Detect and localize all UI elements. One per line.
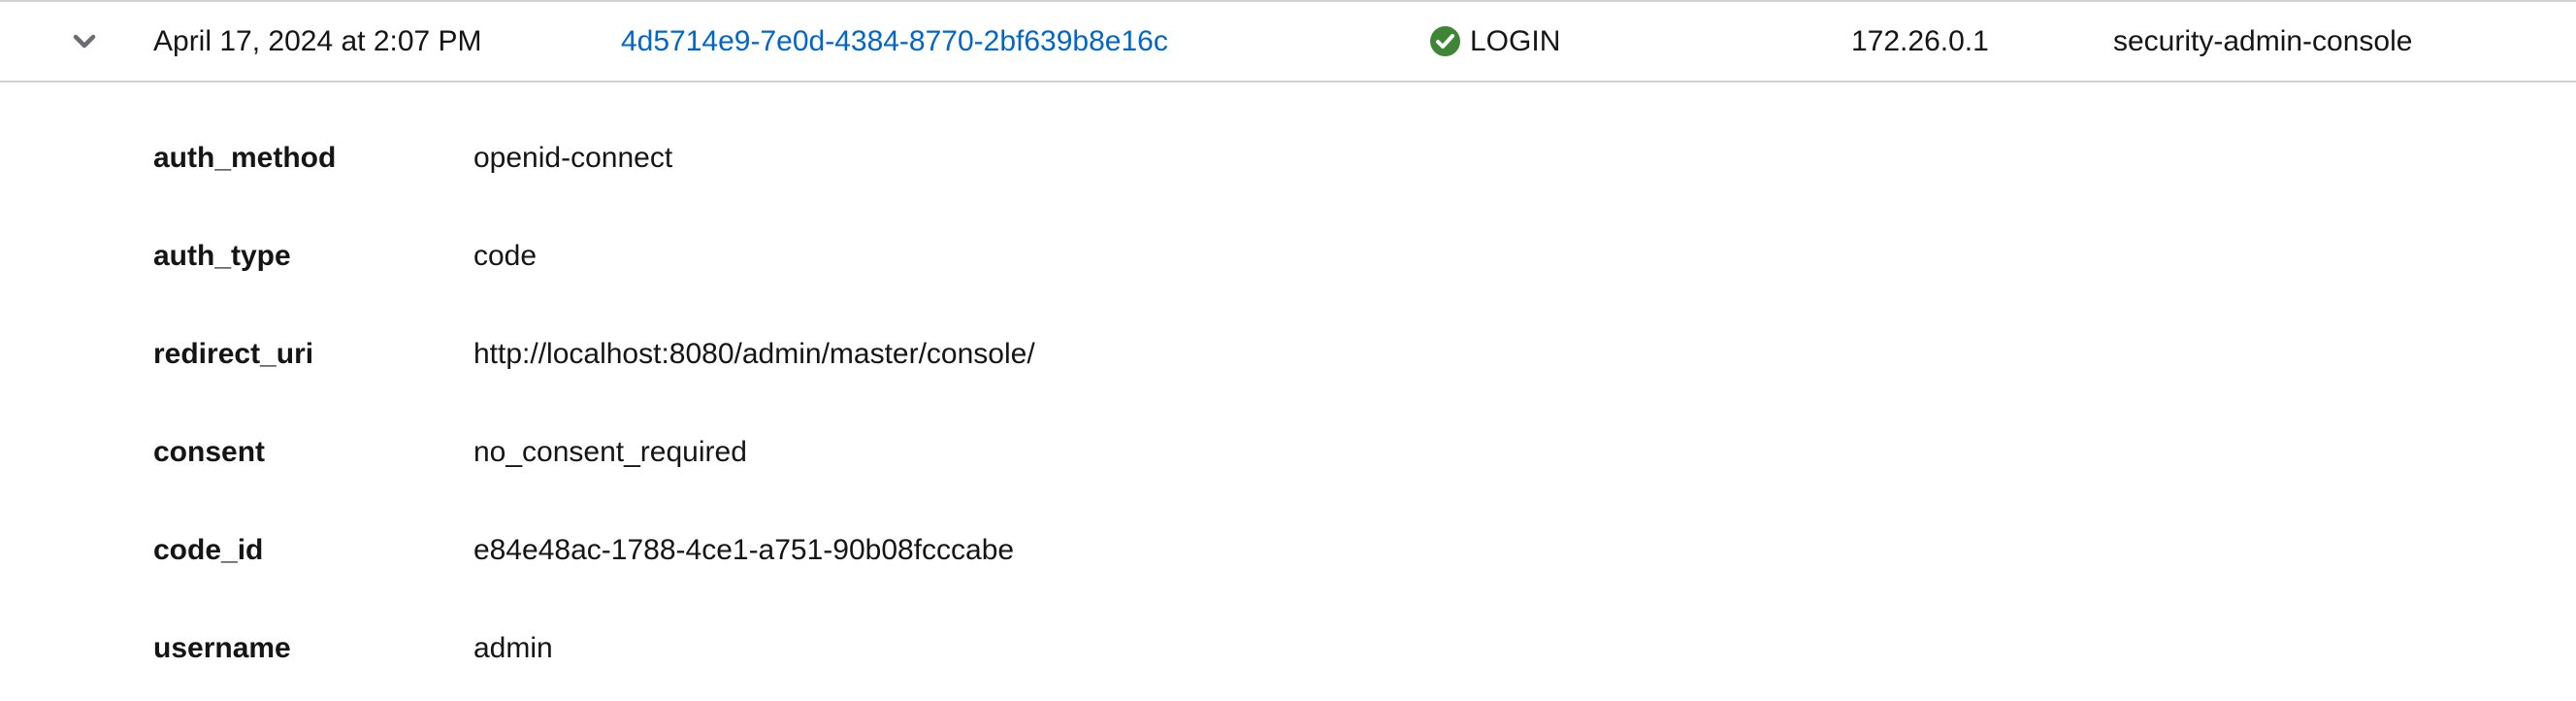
detail-key: code_id (153, 534, 264, 566)
detail-row-redirect-uri: redirect_uri http://localhost:8080/admin… (0, 325, 2576, 384)
event-type-label: LOGIN (1470, 24, 1561, 57)
detail-value: e84e48ac-1788-4ce1-a751-90b08fcccabe (473, 534, 1015, 566)
event-time: April 17, 2024 at 2:07 PM (153, 24, 482, 57)
detail-value: http://localhost:8080/admin/master/conso… (473, 338, 1035, 370)
event-row: April 17, 2024 at 2:07 PM 4d5714e9-7e0d-… (0, 0, 2576, 83)
detail-row-code-id: code_id e84e48ac-1788-4ce1-a751-90b08fcc… (0, 521, 2576, 580)
event-type-cell: LOGIN (1430, 2, 1560, 81)
detail-row-auth-type: auth_type code (0, 227, 2576, 285)
ip-address: 172.26.0.1 (1851, 24, 1989, 57)
detail-key: consent (153, 436, 266, 468)
detail-value: openid-connect (473, 142, 673, 174)
detail-value: no_consent_required (473, 436, 747, 468)
client-name: security-admin-console (2113, 24, 2413, 57)
detail-key: auth_type (153, 240, 291, 272)
expand-toggle-button[interactable] (58, 14, 111, 70)
event-details-panel: auth_method openid-connect auth_type cod… (0, 83, 2576, 701)
event-table: April 17, 2024 at 2:07 PM 4d5714e9-7e0d-… (0, 0, 2576, 701)
detail-value: admin (473, 632, 553, 664)
detail-row-consent: consent no_consent_required (0, 423, 2576, 482)
detail-row-username: username admin (0, 619, 2576, 678)
check-circle-icon (1430, 26, 1460, 56)
detail-value: code (473, 240, 538, 272)
user-id-link[interactable]: 4d5714e9-7e0d-4384-8770-2bf639b8e16c (621, 2, 1168, 81)
detail-key: redirect_uri (153, 338, 314, 370)
detail-key: auth_method (153, 142, 337, 174)
chevron-down-icon (73, 34, 96, 49)
detail-row-auth-method: auth_method openid-connect (0, 129, 2576, 187)
detail-key: username (153, 632, 291, 664)
